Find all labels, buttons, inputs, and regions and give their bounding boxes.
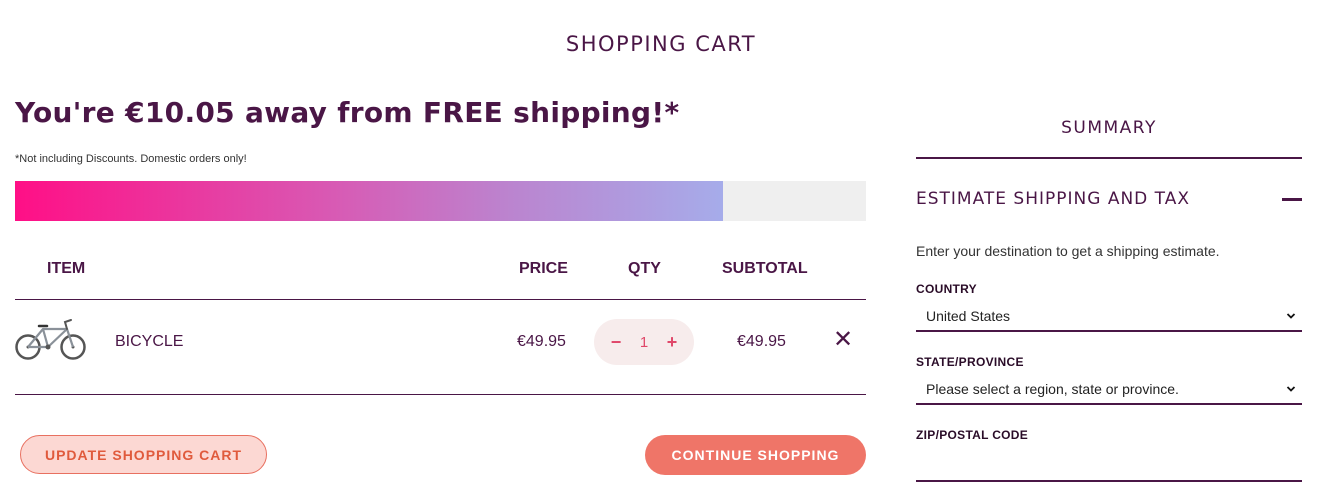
bicycle-icon[interactable]	[15, 317, 87, 361]
free-shipping-heading: You're €10.05 away from FREE shipping!*	[15, 96, 680, 129]
summary-panel: SUMMARY ESTIMATE SHIPPING AND TAX Enter …	[916, 0, 1302, 499]
qty-value[interactable]: 1	[640, 334, 648, 351]
table-row: BICYCLE €49.95 − 1 + €49.95 ✕	[15, 300, 866, 394]
header-subtotal: SUBTOTAL	[722, 260, 808, 277]
country-label: COUNTRY	[916, 282, 977, 296]
continue-shopping-button[interactable]: CONTINUE SHOPPING	[645, 435, 866, 475]
state-label: STATE/PROVINCE	[916, 355, 1024, 369]
quantity-stepper: − 1 +	[594, 319, 694, 365]
free-shipping-progress-fill	[15, 181, 724, 221]
cart-main: You're €10.05 away from FREE shipping!* …	[15, 0, 866, 499]
estimate-description: Enter your destination to get a shipping…	[916, 243, 1220, 259]
chevron-down-icon	[1286, 386, 1296, 392]
divider	[15, 394, 866, 395]
estimate-shipping-title[interactable]: ESTIMATE SHIPPING AND TAX	[916, 189, 1190, 209]
zip-input[interactable]	[916, 448, 1302, 482]
free-shipping-note: *Not including Discounts. Domestic order…	[15, 153, 247, 165]
cart-table-header: ITEM PRICE QTY SUBTOTAL	[15, 260, 866, 280]
item-name[interactable]: BICYCLE	[115, 333, 183, 351]
header-price: PRICE	[519, 260, 568, 277]
header-qty: QTY	[628, 260, 661, 277]
item-price: €49.95	[517, 333, 566, 350]
free-shipping-progress	[15, 181, 866, 221]
state-selected-value: Please select a region, state or provinc…	[926, 381, 1179, 397]
divider	[916, 157, 1302, 159]
state-select[interactable]: Please select a region, state or provinc…	[916, 375, 1302, 405]
item-subtotal: €49.95	[737, 333, 786, 350]
country-select[interactable]: United States	[916, 302, 1302, 332]
qty-increase-button[interactable]: +	[666, 332, 678, 353]
header-item: ITEM	[47, 260, 86, 277]
minus-icon[interactable]	[1282, 198, 1302, 201]
chevron-down-icon	[1286, 313, 1296, 319]
close-icon[interactable]: ✕	[833, 328, 853, 352]
update-cart-button[interactable]: UPDATE SHOPPING CART	[20, 435, 267, 474]
qty-decrease-button[interactable]: −	[610, 332, 622, 353]
zip-label: ZIP/POSTAL CODE	[916, 428, 1029, 442]
summary-title: SUMMARY	[1061, 118, 1157, 138]
country-selected-value: United States	[926, 308, 1011, 324]
